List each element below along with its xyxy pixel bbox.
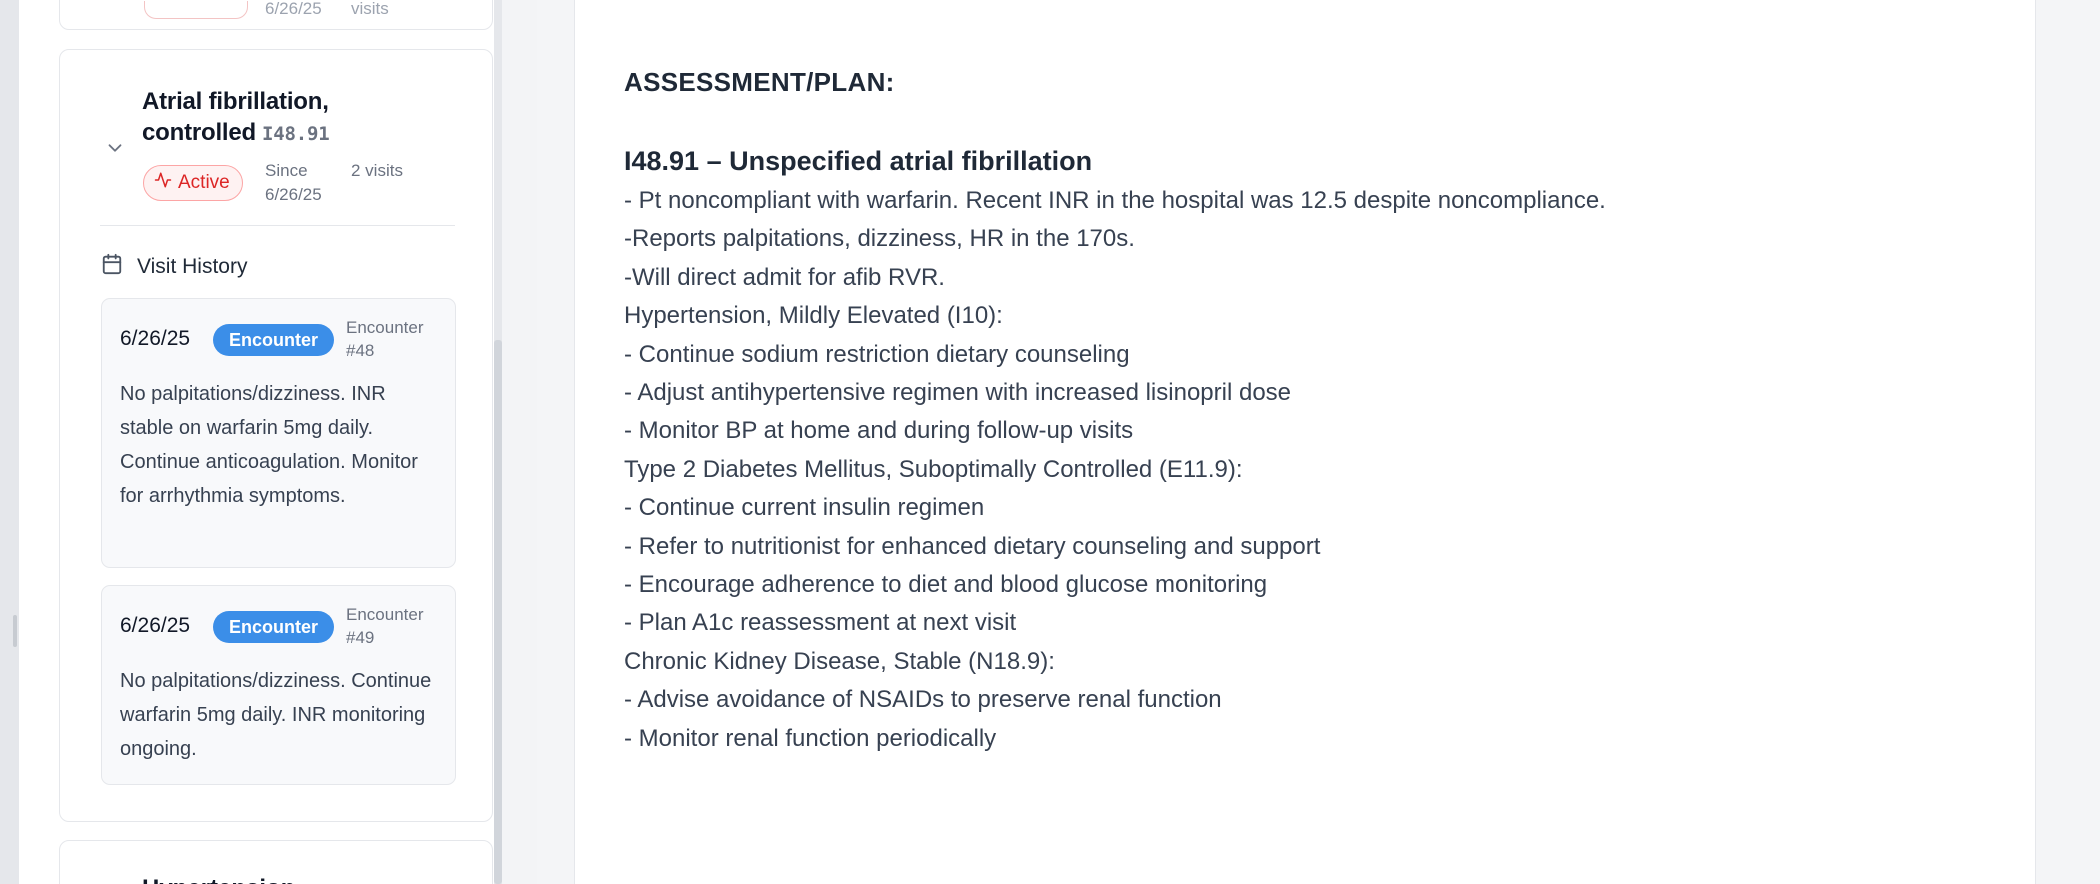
encounter-id[interactable]: Encounter #48 [346,316,446,362]
visit-history-label: Visit History [137,254,248,278]
calendar-icon [101,253,123,280]
visit-note: No palpitations/dizziness. Continue warf… [120,670,432,760]
note-line: - Continue current insulin regimen [624,494,985,522]
panel-gutter [502,0,537,884]
note-line: -Will direct admit for afib RVR. [624,263,945,291]
problem-list-scroll-area: 6/26/25 visits Atrial fibrillation, cont… [19,0,494,884]
note-line: - Adjust antihypertensive regimen with i… [624,379,1292,407]
diagnosis-heading: I48.91 – Unspecified atrial fibrillation [624,146,1093,176]
status-label: Active [178,172,230,193]
scrollbar-thumb[interactable] [494,340,502,884]
problem-visit-count: 2 visits [351,161,403,180]
status-badge: Active [143,165,243,201]
visits-fragment: visits [351,0,389,18]
since-fragment: 6/26/25 [265,0,322,18]
note-line: -Reports palpitations, dizziness, HR in … [624,225,1135,253]
visit-date: 6/26/25 [120,327,191,350]
note-line: - Refer to nutritionist for enhanced die… [624,532,1321,560]
encounter-id[interactable]: Encounter #49 [346,603,446,649]
note-content: ASSESSMENT/PLAN: I48.91 – Unspecified at… [624,64,2004,758]
note-line: - Monitor renal function periodically [624,724,997,752]
resize-grip[interactable] [13,615,17,647]
clinical-note-document: ASSESSMENT/PLAN: I48.91 – Unspecified at… [574,0,2036,884]
activity-icon [154,171,172,195]
note-line: Type 2 Diabetes Mellitus, Suboptimally C… [624,455,1243,483]
note-line: - Pt noncompliant with warfarin. Recent … [624,187,1606,214]
problem-card-atrial-fibrillation[interactable]: Atrial fibrillation, controlled I48.91 Ac… [59,49,493,822]
problem-title: Atrial fibrillation, controlled I48.91 [142,86,412,150]
note-line: Chronic Kidney Disease, Stable (N18.9): [624,647,1055,675]
status-badge-previous [144,1,248,19]
note-line: Hypertension, Mildly Elevated (I10): [624,302,1003,330]
card-divider [100,225,455,226]
visit-date: 6/26/25 [120,614,191,637]
note-line: - Encourage adherence to diet and blood … [624,571,1268,599]
problem-code: I48.91 [262,123,330,145]
visit-entry[interactable]: 6/26/25 Encounter Encounter #49 No palpi… [101,585,456,785]
encounter-badge: Encounter [213,611,335,643]
problem-card-next[interactable]: Hypertension [59,840,493,884]
note-line: - Continue sodium restriction dietary co… [624,340,1130,368]
problem-title-next: Hypertension [142,875,295,884]
problem-card-previous: 6/26/25 visits [59,0,493,30]
chevron-down-icon[interactable] [104,137,126,159]
resize-handle[interactable] [0,0,19,884]
visit-entry[interactable]: 6/26/25 Encounter Encounter #48 No palpi… [101,298,456,568]
problem-since: Since 6/26/25 [265,161,322,204]
note-lines: - Pt noncompliant with warfarin. Recent … [624,182,2004,758]
encounter-badge: Encounter [213,324,335,356]
visit-history-header: Visit History [101,253,247,280]
note-line: - Monitor BP at home and during follow-u… [624,417,1134,445]
problem-list-panel: 6/26/25 visits Atrial fibrillation, cont… [0,0,537,884]
note-line: - Plan A1c reassessment at next visit [624,609,1017,637]
assessment-plan-heading: ASSESSMENT/PLAN: [624,67,895,97]
visit-note: No palpitations/dizziness. INR stable on… [120,383,418,507]
note-line: - Advise avoidance of NSAIDs to preserve… [624,686,1222,714]
